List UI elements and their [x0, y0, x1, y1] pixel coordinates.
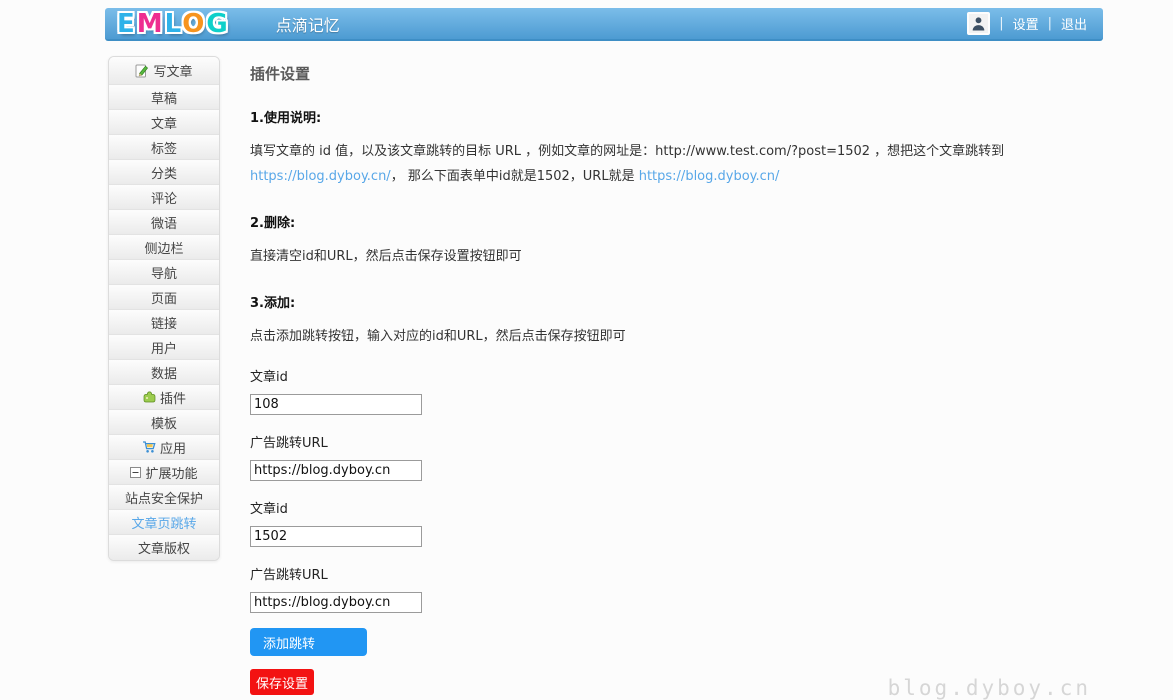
sidebar-item-users[interactable]: 用户: [109, 335, 219, 360]
main-content: 插件设置 1.使用说明: 填写文章的 id 值，以及该文章跳转的目标 URL ，…: [250, 56, 1103, 695]
app-store-icon: [142, 440, 156, 454]
usage-text-part: ， 那么下面表单中id就是1502，URL就是: [391, 169, 639, 184]
sidebar-item-comments[interactable]: 评论: [109, 185, 219, 210]
sidebar-item-tags[interactable]: 标签: [109, 135, 219, 160]
header-bar: EMLOG 点滴记忆 | 设置 | 退出: [105, 8, 1103, 41]
sidebar-item-label: 草稿: [151, 88, 177, 107]
redirect-url-input-1[interactable]: [250, 460, 422, 481]
watermark: blog.dyboy.cn: [888, 676, 1091, 700]
sidebar-item-label: 用户: [151, 338, 177, 357]
sidebar-item-data[interactable]: 数据: [109, 360, 219, 385]
usage-heading: 1.使用说明:: [250, 107, 1103, 126]
sidebar-item-templates[interactable]: 模板: [109, 410, 219, 435]
add-text: 点击添加跳转按钮，输入对应的id和URL，然后点击保存按钮即可: [250, 324, 1085, 349]
form-group: 广告跳转URL: [250, 432, 1103, 481]
sidebar-item-label: 分类: [151, 163, 177, 182]
form-group: 文章id: [250, 366, 1103, 415]
delete-text: 直接清空id和URL，然后点击保存设置按钮即可: [250, 244, 1085, 269]
sidebar-item-label: 评论: [151, 188, 177, 207]
sidebar-item-label: 导航: [151, 263, 177, 282]
sidebar-item-site-security[interactable]: 站点安全保护: [109, 485, 219, 510]
sidebar-item-label: 写文章: [153, 61, 192, 80]
page-container: EMLOG 点滴记忆 | 设置 | 退出: [105, 8, 1103, 700]
sidebar-item-article-copyright[interactable]: 文章版权: [109, 535, 219, 560]
sidebar-item-label: 应用: [160, 438, 186, 457]
sidebar-item-links[interactable]: 链接: [109, 310, 219, 335]
sidebar-item-drafts[interactable]: 草稿: [109, 85, 219, 110]
sidebar-item-articles[interactable]: 文章: [109, 110, 219, 135]
sidebar-item-label: 文章版权: [138, 538, 190, 557]
sidebar-item-label: 文章页跳转: [131, 513, 196, 532]
logo-letter: L: [165, 9, 183, 39]
sidebar-item-article-redirect[interactable]: 文章页跳转: [109, 510, 219, 535]
redirect-url-label: 广告跳转URL: [250, 564, 1103, 583]
user-icon: [971, 16, 986, 31]
logo-letter: G: [206, 9, 229, 39]
nav-divider: |: [1048, 16, 1052, 31]
blog-link[interactable]: https://blog.dyboy.cn/: [639, 169, 780, 184]
form-group: 文章id: [250, 498, 1103, 547]
sidebar-item-apps[interactable]: 应用: [109, 435, 219, 460]
sidebar-item-label: 侧边栏: [144, 238, 183, 257]
add-redirect-button[interactable]: 添加跳转: [250, 628, 367, 656]
blog-link[interactable]: https://blog.dyboy.cn/: [250, 169, 391, 184]
logo-letter: E: [117, 9, 137, 39]
logout-link[interactable]: 退出: [1061, 14, 1087, 33]
emlog-logo[interactable]: EMLOG: [105, 11, 230, 37]
sidebar-item-write-article[interactable]: 写文章: [109, 57, 219, 85]
save-settings-button[interactable]: 保存设置: [250, 669, 314, 695]
article-id-input-2[interactable]: [250, 526, 422, 547]
redirect-url-label: 广告跳转URL: [250, 432, 1103, 451]
sidebar-item-label: 插件: [160, 388, 186, 407]
article-id-input-1[interactable]: [250, 394, 422, 415]
delete-heading: 2.删除:: [250, 212, 1103, 231]
usage-text: 填写文章的 id 值，以及该文章跳转的目标 URL ，例如文章的网址是：http…: [250, 139, 1085, 189]
sidebar-item-label: 站点安全保护: [125, 488, 203, 507]
sidebar-item-plugins[interactable]: 插件: [109, 385, 219, 410]
user-nav: | 设置 | 退出: [967, 12, 1103, 35]
sidebar-item-sidebar-widgets[interactable]: 侧边栏: [109, 235, 219, 260]
nav-divider: |: [999, 16, 1003, 31]
article-id-label: 文章id: [250, 366, 1103, 385]
site-title: 点滴记忆: [276, 12, 340, 36]
sidebar-item-label: 模板: [151, 413, 177, 432]
logo-letter: M: [137, 9, 165, 39]
article-id-label: 文章id: [250, 498, 1103, 517]
sidebar-item-microblog[interactable]: 微语: [109, 210, 219, 235]
settings-link[interactable]: 设置: [1013, 14, 1039, 33]
sidebar-item-pages[interactable]: 页面: [109, 285, 219, 310]
add-heading: 3.添加:: [250, 292, 1103, 311]
form-group: 广告跳转URL: [250, 564, 1103, 613]
sidebar-item-label: 数据: [151, 363, 177, 382]
sidebar-item-label: 文章: [151, 113, 177, 132]
sidebar-item-label: 标签: [151, 138, 177, 157]
redirect-settings-form: 文章id 广告跳转URL 文章id 广告跳转URL 添加跳转 保存设置: [250, 366, 1103, 695]
collapse-icon: [130, 467, 141, 478]
sidebar-item-extensions[interactable]: 扩展功能: [109, 460, 219, 485]
user-avatar[interactable]: [967, 12, 990, 35]
page-title: 插件设置: [250, 63, 1103, 84]
sidebar-item-label: 微语: [151, 213, 177, 232]
sidebar-item-categories[interactable]: 分类: [109, 160, 219, 185]
sidebar-item-navigation[interactable]: 导航: [109, 260, 219, 285]
sidebar: 写文章 草稿 文章 标签 分类 评论 微语 侧边栏 导航 页面 链接 用户 数据: [108, 56, 220, 561]
write-icon: [135, 64, 149, 78]
sidebar-item-label: 扩展功能: [145, 463, 197, 482]
plugin-icon: [142, 390, 156, 404]
sidebar-item-label: 页面: [151, 288, 177, 307]
redirect-url-input-2[interactable]: [250, 592, 422, 613]
logo-letter: O: [182, 9, 206, 39]
sidebar-item-label: 链接: [151, 313, 177, 332]
usage-text-part: 填写文章的 id 值，以及该文章跳转的目标 URL ，例如文章的网址是：http…: [250, 144, 1004, 159]
